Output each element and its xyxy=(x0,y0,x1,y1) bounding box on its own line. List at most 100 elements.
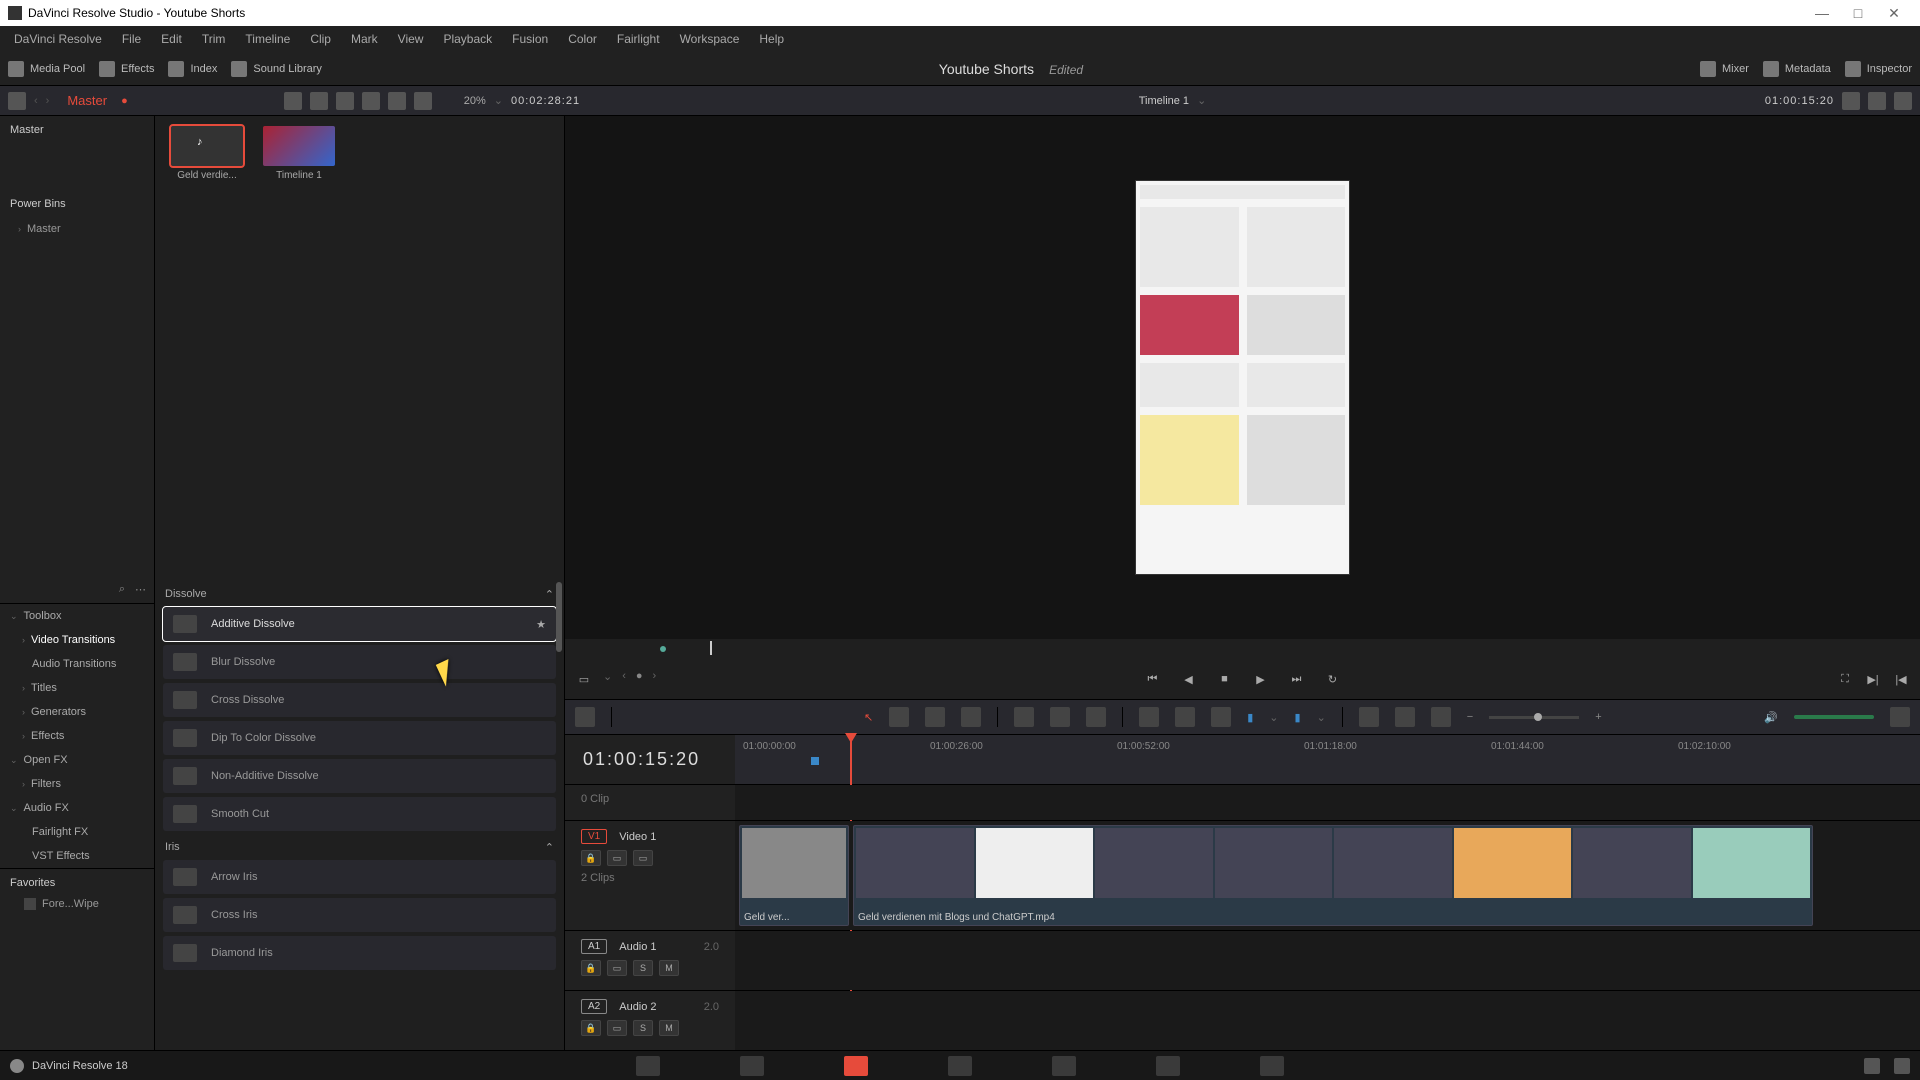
page-media[interactable] xyxy=(636,1056,660,1076)
a2-solo-button[interactable]: S xyxy=(633,1020,653,1036)
dualview-icon[interactable] xyxy=(1868,92,1886,110)
clip-geld-short[interactable]: Geld ver... xyxy=(739,825,849,926)
a1-tag[interactable]: A1 xyxy=(581,939,607,954)
menu-file[interactable]: File xyxy=(114,32,149,46)
a1-arm-icon[interactable]: ▭ xyxy=(607,960,627,976)
clip-thumb-timeline1[interactable]: Timeline 1 xyxy=(263,126,335,181)
v1-lock-icon[interactable]: 🔒 xyxy=(581,850,601,866)
minimize-button[interactable]: — xyxy=(1804,3,1840,23)
sort-icon[interactable] xyxy=(388,92,406,110)
bypass-icon[interactable] xyxy=(1842,92,1860,110)
dim-icon[interactable] xyxy=(1890,707,1910,727)
inspector-toggle[interactable]: Inspector xyxy=(1845,61,1912,77)
soundlib-toggle[interactable]: Sound Library xyxy=(231,61,322,77)
fxcat-iris[interactable]: Iris⌃ xyxy=(163,835,556,860)
a1-mute-button[interactable]: M xyxy=(659,960,679,976)
fx-smooth-cut[interactable]: Smooth Cut xyxy=(163,797,556,831)
page-color[interactable] xyxy=(1052,1056,1076,1076)
a1-lock-icon[interactable]: 🔒 xyxy=(581,960,601,976)
fx-cross-dissolve[interactable]: Cross Dissolve xyxy=(163,683,556,717)
safe-area-icon[interactable]: ▭ xyxy=(575,670,593,688)
fxtree-filters[interactable]: ›Filters xyxy=(0,772,154,796)
play-reverse-button[interactable]: ◀ xyxy=(1180,670,1198,688)
jump-start-button[interactable]: ⏮ xyxy=(1144,670,1162,688)
menu-clip[interactable]: Clip xyxy=(302,32,339,46)
zoom-pct[interactable]: 20% xyxy=(464,95,486,107)
fx-additive-dissolve[interactable]: Additive Dissolve★ xyxy=(163,607,556,641)
clip-thumb-geld[interactable]: ♪ Geld verdie... xyxy=(171,126,243,181)
fx-arrow-iris[interactable]: Arrow Iris xyxy=(163,860,556,894)
link-icon[interactable] xyxy=(1175,707,1195,727)
nav-back[interactable]: ‹ xyxy=(34,95,38,107)
fx-non-additive[interactable]: Non-Additive Dissolve xyxy=(163,759,556,793)
fxcat-dissolve[interactable]: Dissolve⌃ xyxy=(163,582,556,607)
zoom-fit-icon[interactable] xyxy=(1395,707,1415,727)
menu-timeline[interactable]: Timeline xyxy=(237,32,298,46)
jump-end-button[interactable]: ⏭ xyxy=(1288,670,1306,688)
home-icon[interactable] xyxy=(1864,1058,1880,1074)
fxtree-audiofx[interactable]: ⌄Audio FX xyxy=(0,796,154,820)
menu-help[interactable]: Help xyxy=(751,32,792,46)
fxtree-video-transitions[interactable]: ›Video Transitions xyxy=(0,628,154,652)
timeline-name[interactable]: Timeline 1 xyxy=(1139,95,1189,107)
fxtree-effects[interactable]: ›Effects xyxy=(0,724,154,748)
menu-trim[interactable]: Trim xyxy=(194,32,234,46)
index-toggle[interactable]: Index xyxy=(168,61,217,77)
match-frame-next[interactable]: › xyxy=(653,670,657,688)
zoom-in[interactable]: + xyxy=(1595,711,1601,723)
fx-cross-iris[interactable]: Cross Iris xyxy=(163,898,556,932)
menu-resolve[interactable]: DaVinci Resolve xyxy=(6,32,110,46)
timeline-timecode[interactable]: 01:00:15:20 xyxy=(565,735,735,784)
breadcrumb-master[interactable]: Master xyxy=(67,93,107,108)
v1-disable-icon[interactable]: ▭ xyxy=(633,850,653,866)
v1-auto-icon[interactable]: ▭ xyxy=(607,850,627,866)
menu-edit[interactable]: Edit xyxy=(153,32,190,46)
page-fairlight[interactable] xyxy=(1156,1056,1180,1076)
zoom-out[interactable]: − xyxy=(1467,711,1473,723)
loop-button[interactable]: ↻ xyxy=(1324,670,1342,688)
in-marker[interactable] xyxy=(811,757,819,765)
fxtree-audio-transitions[interactable]: Audio Transitions xyxy=(0,652,154,676)
timeline-view-icon[interactable] xyxy=(575,707,595,727)
go-start-icon[interactable]: |◀ xyxy=(1892,670,1910,688)
bin-view-icon[interactable] xyxy=(8,92,26,110)
blade-edit-icon[interactable] xyxy=(1139,707,1159,727)
fx-blur-dissolve[interactable]: Blur Dissolve xyxy=(163,645,556,679)
replace-icon[interactable] xyxy=(1086,707,1106,727)
zoom-slider[interactable] xyxy=(1489,716,1579,719)
volume-icon[interactable]: 🔊 xyxy=(1764,711,1778,724)
marker-icon[interactable]: ▮ xyxy=(1295,711,1301,724)
fx-search-icon[interactable]: ⌕ xyxy=(119,583,125,596)
viewer-scrubber[interactable] xyxy=(565,639,1920,659)
view-grid-icon[interactable] xyxy=(310,92,328,110)
selection-tool[interactable]: ↖ xyxy=(864,711,873,724)
page-fusion[interactable] xyxy=(948,1056,972,1076)
go-end-icon[interactable]: ▶| xyxy=(1864,670,1882,688)
menu-view[interactable]: View xyxy=(390,32,432,46)
menu-fairlight[interactable]: Fairlight xyxy=(609,32,668,46)
timeline-ruler[interactable]: 01:00:00:00 01:00:26:00 01:00:52:00 01:0… xyxy=(735,735,1920,784)
match-frame-prev[interactable]: ‹ xyxy=(622,670,626,688)
a2-tag[interactable]: A2 xyxy=(581,999,607,1014)
options-icon[interactable] xyxy=(1894,92,1912,110)
mixer-toggle[interactable]: Mixer xyxy=(1700,61,1749,77)
fullscreen-icon[interactable]: ⛶ xyxy=(1836,670,1854,688)
fxtree-titles[interactable]: ›Titles xyxy=(0,676,154,700)
menu-workspace[interactable]: Workspace xyxy=(672,32,748,46)
v1-tag[interactable]: V1 xyxy=(581,829,607,844)
fxtree-vsteffects[interactable]: VST Effects xyxy=(0,844,154,868)
a2-lock-icon[interactable]: 🔒 xyxy=(581,1020,601,1036)
play-button[interactable]: ▶ xyxy=(1252,670,1270,688)
volume-slider[interactable] xyxy=(1794,715,1874,719)
fx-scrollbar[interactable] xyxy=(556,582,562,652)
effects-toggle[interactable]: Effects xyxy=(99,61,154,77)
view-list-icon[interactable] xyxy=(336,92,354,110)
fx-dip-to-color[interactable]: Dip To Color Dissolve xyxy=(163,721,556,755)
fx-more-icon[interactable]: ⋯ xyxy=(135,583,146,596)
bin-master[interactable]: Master xyxy=(0,116,154,144)
insert-icon[interactable] xyxy=(1014,707,1034,727)
trim-tool-icon[interactable] xyxy=(889,707,909,727)
menu-fusion[interactable]: Fusion xyxy=(504,32,556,46)
fxtree-generators[interactable]: ›Generators xyxy=(0,700,154,724)
fx-diamond-iris[interactable]: Diamond Iris xyxy=(163,936,556,970)
